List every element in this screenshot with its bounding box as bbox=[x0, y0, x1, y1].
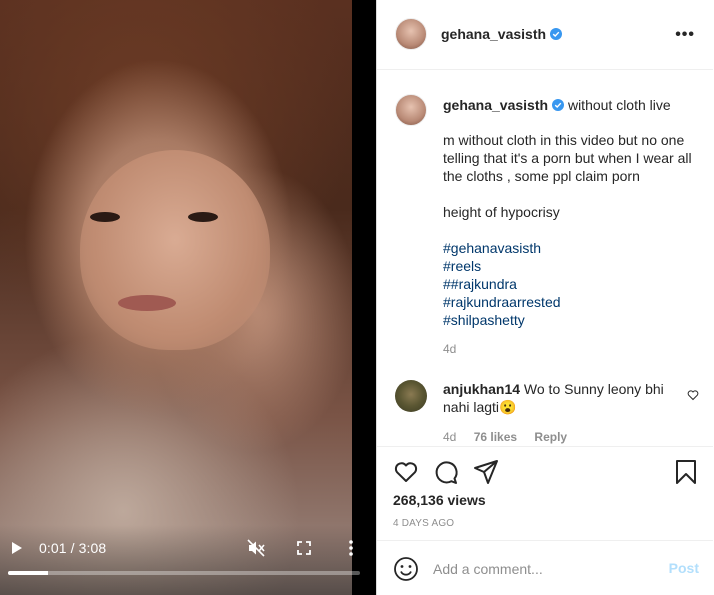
caption-title: without cloth live bbox=[567, 97, 671, 113]
caption-username[interactable]: gehana_vasisth bbox=[443, 97, 548, 113]
fullscreen-icon[interactable] bbox=[297, 541, 311, 555]
comment-username[interactable]: anjukhan14 bbox=[443, 381, 520, 397]
emoji-icon[interactable] bbox=[393, 556, 419, 582]
video-progress-bar[interactable] bbox=[8, 571, 360, 575]
caption-timestamp[interactable]: 4d bbox=[443, 342, 456, 356]
caption-paragraph: height of hypocrisy bbox=[443, 204, 560, 220]
comment-timestamp[interactable]: 4d bbox=[443, 430, 456, 444]
share-icon[interactable] bbox=[473, 459, 499, 485]
caption-area: gehana_vasisth without cloth live m with… bbox=[377, 70, 713, 446]
avatar[interactable] bbox=[395, 18, 427, 50]
post-button[interactable]: Post bbox=[669, 560, 699, 576]
caption-paragraph: m without cloth in this video but no one… bbox=[443, 132, 692, 184]
header-username[interactable]: gehana_vasisth bbox=[441, 26, 563, 42]
reply-button[interactable]: Reply bbox=[534, 430, 567, 444]
heart-icon[interactable] bbox=[687, 389, 699, 401]
more-options-button[interactable]: ••• bbox=[675, 26, 695, 44]
post-date[interactable]: 4 DAYS AGO bbox=[393, 518, 454, 529]
comment-likes[interactable]: 76 likes bbox=[474, 430, 517, 444]
hashtag-link[interactable]: #gehanavasisth bbox=[443, 239, 561, 257]
hashtag-link[interactable]: #rajkundraarrested bbox=[443, 293, 561, 311]
hashtag-list: #gehanavasisth #reels ##rajkundra #rajku… bbox=[443, 239, 561, 329]
video-subject bbox=[80, 150, 270, 350]
post-header: gehana_vasisth ••• bbox=[377, 0, 713, 70]
avatar[interactable] bbox=[395, 380, 427, 412]
muted-speaker-icon[interactable] bbox=[247, 539, 265, 557]
video-frame[interactable] bbox=[0, 0, 352, 595]
hashtag-link[interactable]: #shilpashetty bbox=[443, 311, 561, 329]
bookmark-icon[interactable] bbox=[673, 459, 699, 485]
caption-header: gehana_vasisth without cloth live bbox=[443, 96, 671, 114]
comment-meta: 4d 76 likes Reply bbox=[443, 430, 581, 444]
vertical-dots-icon[interactable] bbox=[346, 539, 356, 557]
video-time: 0:01 / 3:08 bbox=[39, 540, 107, 556]
hashtag-link[interactable]: ##rajkundra bbox=[443, 275, 561, 293]
video-progress-fill bbox=[8, 571, 49, 575]
verified-badge-icon bbox=[552, 99, 565, 111]
comment-input[interactable] bbox=[433, 559, 653, 579]
comment-item: anjukhan14 Wo to Sunny leony bhi nahi la… bbox=[443, 380, 683, 416]
video-player[interactable]: 0:01 / 3:08 bbox=[0, 0, 376, 595]
video-controls bbox=[0, 525, 376, 595]
add-comment-bar: Post bbox=[377, 540, 713, 595]
view-count[interactable]: 268,136 views bbox=[393, 492, 486, 508]
post-details-panel: gehana_vasisth ••• gehana_vasisth withou… bbox=[376, 0, 714, 595]
heart-icon[interactable] bbox=[393, 459, 419, 485]
play-icon[interactable] bbox=[10, 541, 24, 555]
verified-badge-icon bbox=[550, 28, 563, 40]
avatar[interactable] bbox=[395, 94, 427, 126]
hashtag-link[interactable]: #reels bbox=[443, 257, 561, 275]
comment-icon[interactable] bbox=[433, 459, 459, 485]
post-actions: 268,136 views 4 DAYS AGO bbox=[377, 446, 713, 546]
